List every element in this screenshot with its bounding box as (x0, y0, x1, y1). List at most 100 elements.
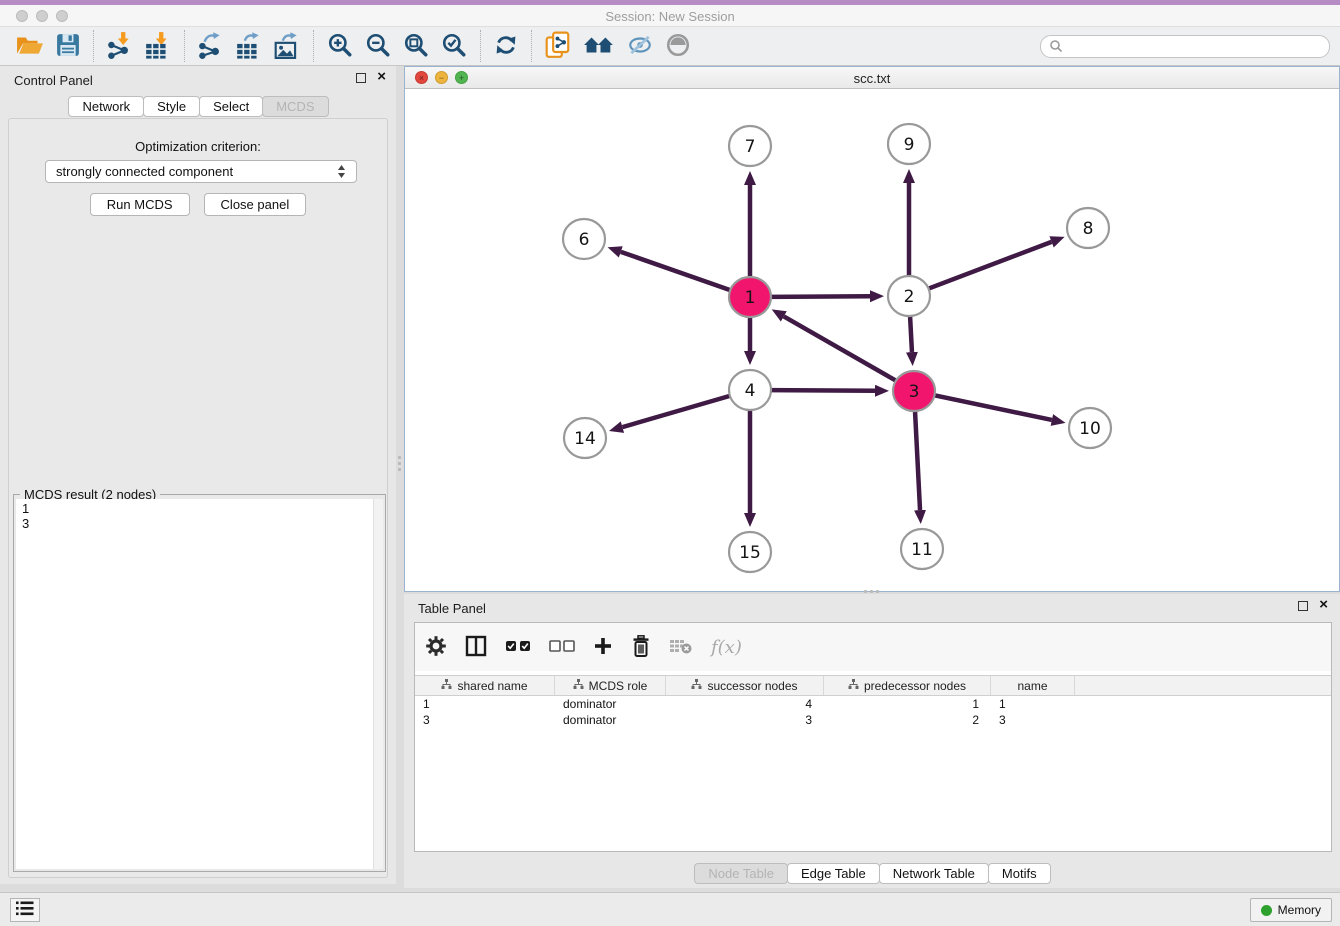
graph-edge[interactable] (929, 242, 1052, 289)
add-column-button[interactable] (593, 636, 613, 659)
svg-text:1: 1 (745, 288, 756, 308)
table-cell: 3 (991, 712, 1075, 728)
tab-mcds[interactable]: MCDS (262, 96, 328, 117)
table-cell: dominator (555, 712, 666, 728)
zoom-selected-button[interactable] (435, 30, 473, 63)
float-panel-icon[interactable] (356, 73, 366, 83)
network-file-button[interactable] (539, 29, 577, 64)
float-table-panel-icon[interactable] (1298, 601, 1308, 611)
session-title: Session: New Session (0, 9, 1340, 24)
svg-text:6: 6 (579, 230, 590, 250)
tab-network[interactable]: Network (68, 96, 144, 117)
memory-button[interactable]: Memory (1250, 898, 1332, 922)
column-tree-icon (441, 679, 452, 693)
deselect-all-button[interactable] (549, 639, 575, 656)
open-file-button[interactable] (10, 31, 50, 62)
select-all-icon (505, 639, 531, 656)
network-canvas[interactable]: 1 2 3 4 6 7 8 9 10 11 14 15 (405, 89, 1339, 591)
close-table-panel-icon[interactable]: × (1319, 597, 1328, 613)
tab-style[interactable]: Style (143, 96, 200, 117)
zoom-out-button[interactable] (359, 30, 397, 63)
network-graph-svg: 1 2 3 4 6 7 8 9 10 11 14 15 (405, 89, 1339, 591)
column-header-shared-name[interactable]: shared name (415, 676, 555, 695)
function-builder-button[interactable]: f(x) (711, 637, 742, 658)
toolbar-separator (313, 30, 314, 62)
graph-edge[interactable] (915, 412, 920, 510)
graph-node[interactable]: 9 (888, 124, 930, 164)
close-panel-button[interactable]: Close panel (204, 193, 307, 216)
table-panel: Table Panel × f(x) shared name MCDS role… (404, 594, 1340, 888)
import-network-icon (107, 31, 133, 62)
tab-edge-table[interactable]: Edge Table (787, 863, 880, 884)
graph-node[interactable]: 8 (1067, 208, 1109, 248)
refresh-icon (494, 33, 518, 60)
graph-node[interactable]: 11 (901, 529, 943, 569)
table-settings-button[interactable] (425, 635, 447, 660)
show-columns-button[interactable] (465, 635, 487, 660)
table-row[interactable]: 1dominator411 (415, 696, 1331, 712)
graph-node[interactable]: 1 (729, 277, 771, 317)
graph-edge[interactable] (935, 395, 1052, 420)
svg-text:2: 2 (904, 287, 915, 307)
search-input[interactable] (1063, 39, 1321, 53)
home-button[interactable] (577, 32, 621, 61)
tab-node-table[interactable]: Node Table (694, 863, 788, 884)
criterion-dropdown[interactable]: strongly connected component (45, 160, 357, 183)
search-box[interactable] (1040, 35, 1330, 58)
zoom-fit-button[interactable] (397, 30, 435, 63)
column-header-successor-nodes[interactable]: successor nodes (666, 676, 824, 695)
close-panel-icon[interactable]: × (377, 69, 386, 85)
graph-node[interactable]: 6 (563, 219, 605, 259)
import-network-button[interactable] (101, 29, 139, 64)
tab-select[interactable]: Select (199, 96, 263, 117)
toolbar-separator (531, 30, 532, 62)
graph-edge[interactable] (910, 317, 912, 352)
table-row[interactable]: 3dominator323 (415, 712, 1331, 728)
hide-visibility-button[interactable] (621, 32, 659, 61)
tab-motifs[interactable]: Motifs (988, 863, 1051, 884)
svg-text:7: 7 (745, 137, 756, 157)
control-panel-header: Control Panel × (0, 66, 396, 94)
graph-node[interactable]: 7 (729, 126, 771, 166)
export-image-icon (274, 31, 300, 62)
control-panel-tabs: Network Style Select MCDS (0, 96, 396, 117)
export-image-button[interactable] (268, 29, 306, 64)
panel-menu-button[interactable] (10, 898, 40, 922)
column-header-mcds-role[interactable]: MCDS role (555, 676, 666, 695)
mcds-result-text[interactable]: 1 3 (16, 499, 373, 869)
visibility-button[interactable] (659, 31, 697, 62)
graph-edge[interactable] (784, 316, 896, 380)
graph-node[interactable]: 15 (729, 532, 771, 572)
run-mcds-button[interactable]: Run MCDS (90, 193, 190, 216)
graph-node[interactable]: 14 (564, 418, 606, 458)
graph-node[interactable]: 4 (729, 370, 771, 410)
refresh-button[interactable] (488, 31, 524, 62)
vertical-splitter-handle[interactable] (397, 452, 402, 474)
delete-column-button[interactable] (631, 635, 651, 660)
delete-table-button[interactable] (669, 638, 693, 657)
import-table-button[interactable] (139, 29, 177, 64)
table-cell: 1 (415, 696, 555, 712)
column-header-name[interactable]: name (991, 676, 1075, 695)
graph-edge[interactable] (771, 390, 875, 391)
graph-edge[interactable] (621, 252, 730, 290)
criterion-dropdown-value: strongly connected component (56, 164, 233, 179)
export-table-button[interactable] (230, 29, 268, 64)
mcds-result-scrollbar[interactable] (373, 499, 383, 869)
export-network-button[interactable] (192, 29, 230, 64)
graph-node[interactable]: 3 (893, 371, 935, 411)
network-window-titlebar[interactable]: × − + scc.txt (405, 67, 1339, 89)
control-panel-title: Control Panel (14, 73, 93, 88)
graph-node[interactable]: 2 (888, 276, 930, 316)
tab-network-table[interactable]: Network Table (879, 863, 989, 884)
zoom-in-button[interactable] (321, 30, 359, 63)
column-header-predecessor-nodes[interactable]: predecessor nodes (824, 676, 991, 695)
graph-edge[interactable] (622, 396, 729, 427)
table-cell: 2 (824, 712, 991, 728)
table-cell: 3 (666, 712, 824, 728)
save-session-button[interactable] (50, 31, 86, 62)
graph-node[interactable]: 10 (1069, 408, 1111, 448)
graph-edge[interactable] (771, 296, 870, 297)
application-window: Session: New Session Control Panel (0, 0, 1340, 926)
select-all-button[interactable] (505, 639, 531, 656)
